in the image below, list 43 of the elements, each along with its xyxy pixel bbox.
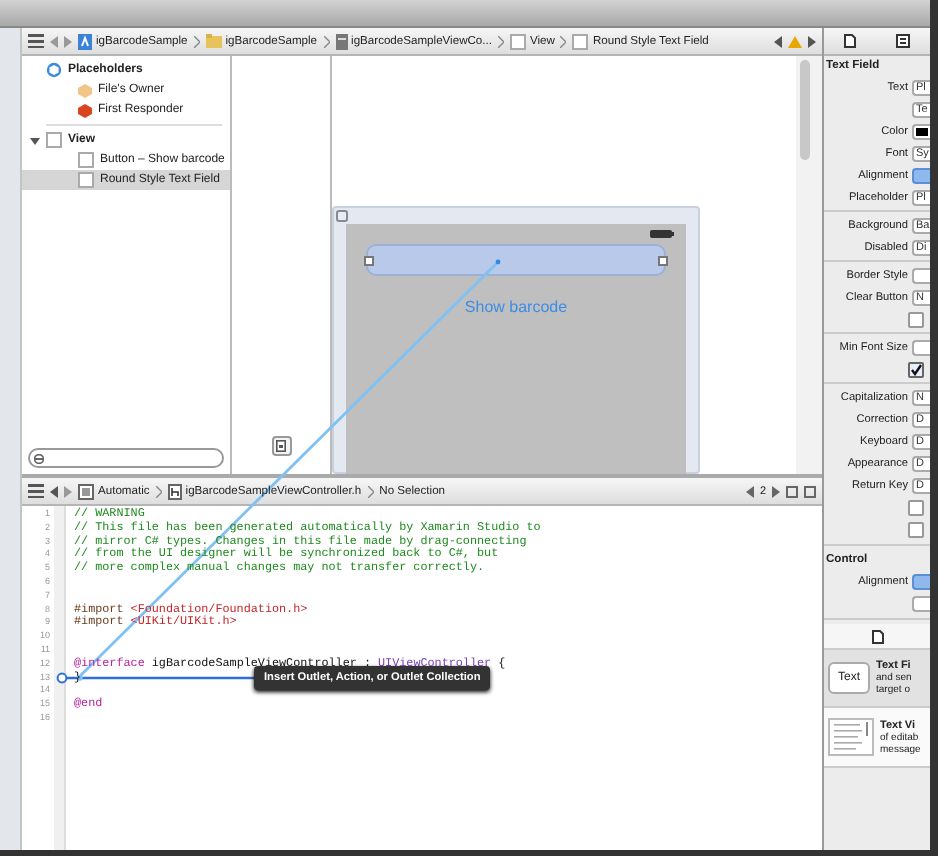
checkbox[interactable] <box>908 311 924 327</box>
project-icon <box>78 33 92 49</box>
document-icon[interactable] <box>871 629 883 643</box>
view-icon <box>510 33 526 49</box>
back-icon[interactable] <box>745 485 754 497</box>
checkbox[interactable] <box>908 499 924 515</box>
filter-field[interactable] <box>28 448 224 468</box>
view-icon <box>572 33 589 49</box>
document-icon[interactable] <box>844 34 856 48</box>
dock-button[interactable] <box>271 436 291 456</box>
chevron-icon <box>323 35 330 47</box>
square-icon[interactable] <box>804 485 816 497</box>
back-icon[interactable] <box>774 35 782 47</box>
forward-icon[interactable] <box>772 485 780 497</box>
field-value[interactable] <box>912 267 930 283</box>
disclosure-icon[interactable] <box>30 135 40 145</box>
battery-icon <box>650 230 674 238</box>
checkbox[interactable] <box>908 361 924 377</box>
folder-icon <box>205 34 222 48</box>
square-icon[interactable] <box>786 485 798 497</box>
chevron-icon <box>560 35 567 47</box>
field-value[interactable] <box>912 339 930 355</box>
header-file-icon <box>167 483 182 499</box>
document-icon <box>276 440 286 452</box>
chevron-icon <box>367 485 374 497</box>
alignment-control[interactable] <box>912 167 930 183</box>
forward-icon[interactable] <box>808 35 816 47</box>
file-icon <box>335 33 348 49</box>
list-icon[interactable] <box>28 34 44 48</box>
chevron-icon <box>155 485 162 497</box>
chevron-icon <box>193 35 200 47</box>
document-icon <box>78 483 94 499</box>
text-view-preview <box>828 718 874 756</box>
text-field[interactable] <box>366 244 666 276</box>
checkbox[interactable] <box>908 521 924 537</box>
filter-icon <box>34 453 44 463</box>
scrollbar[interactable] <box>800 60 810 160</box>
chevron-icon <box>498 35 504 47</box>
list-icon[interactable] <box>896 34 910 48</box>
alignment-control[interactable] <box>912 573 930 589</box>
back-icon[interactable] <box>50 485 58 497</box>
color-well[interactable] <box>912 123 930 139</box>
list-icon[interactable] <box>28 484 44 498</box>
